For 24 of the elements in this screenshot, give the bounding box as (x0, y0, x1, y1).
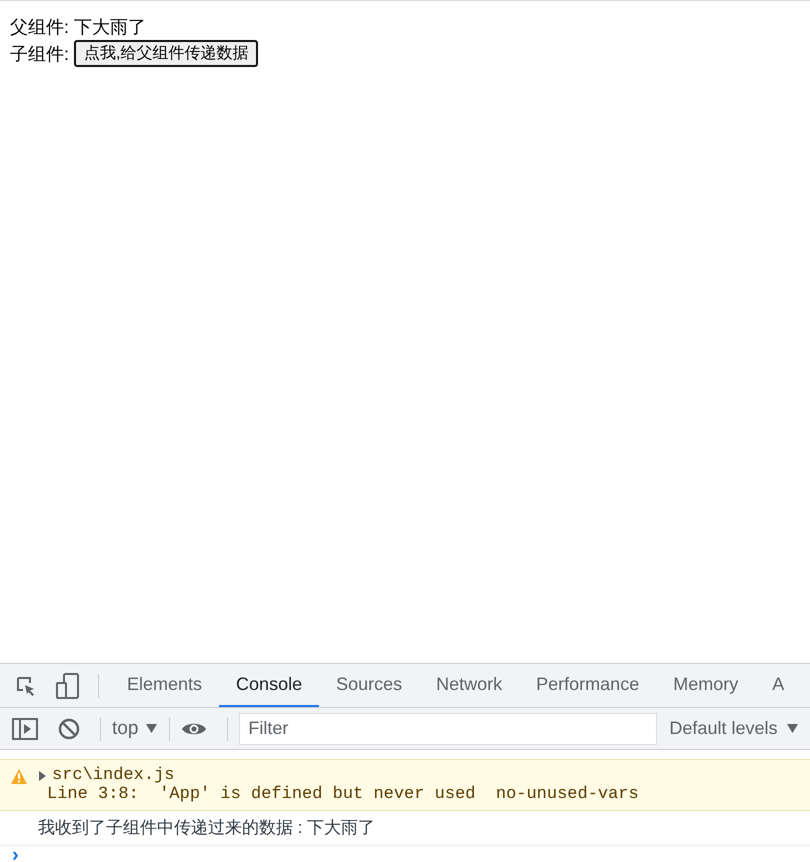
dropdown-icon (146, 724, 158, 733)
log-message: 我收到了子组件中传递过来的数据 : 下大雨了 (38, 818, 376, 837)
parent-value: 下大雨了 (74, 16, 146, 38)
devtools-tab[interactable]: Network (419, 664, 520, 707)
prompt-caret-icon: › (12, 846, 19, 862)
warning-icon (11, 769, 27, 784)
context-select[interactable]: top (112, 718, 158, 740)
devtools-tab[interactable]: Sources (319, 664, 420, 707)
dropdown-icon (787, 724, 798, 733)
expand-arrow-icon[interactable] (39, 770, 46, 780)
levels-select[interactable]: Default levels (669, 718, 798, 739)
warning-message: Line 3:8: 'App' is defined but never used no-unused-vars (46, 785, 639, 804)
devtools-tab[interactable]: A (755, 664, 802, 707)
clear-icon[interactable] (58, 718, 80, 740)
child-label: 子组件: (10, 42, 70, 66)
parent-label: 父组件: (10, 16, 70, 38)
devtools-tab[interactable]: Memory (656, 664, 756, 707)
devtools-tab[interactable]: Elements (110, 664, 220, 707)
warning-source[interactable]: src\index.js (52, 766, 174, 785)
sidebar-toggle-icon[interactable] (12, 718, 38, 740)
devtools-tab[interactable]: Performance (519, 664, 656, 707)
device-icon[interactable] (56, 672, 80, 698)
send-data-button[interactable]: 点我,给父组件传递数据 (74, 40, 258, 67)
filter-field[interactable]: Filter (239, 712, 658, 744)
